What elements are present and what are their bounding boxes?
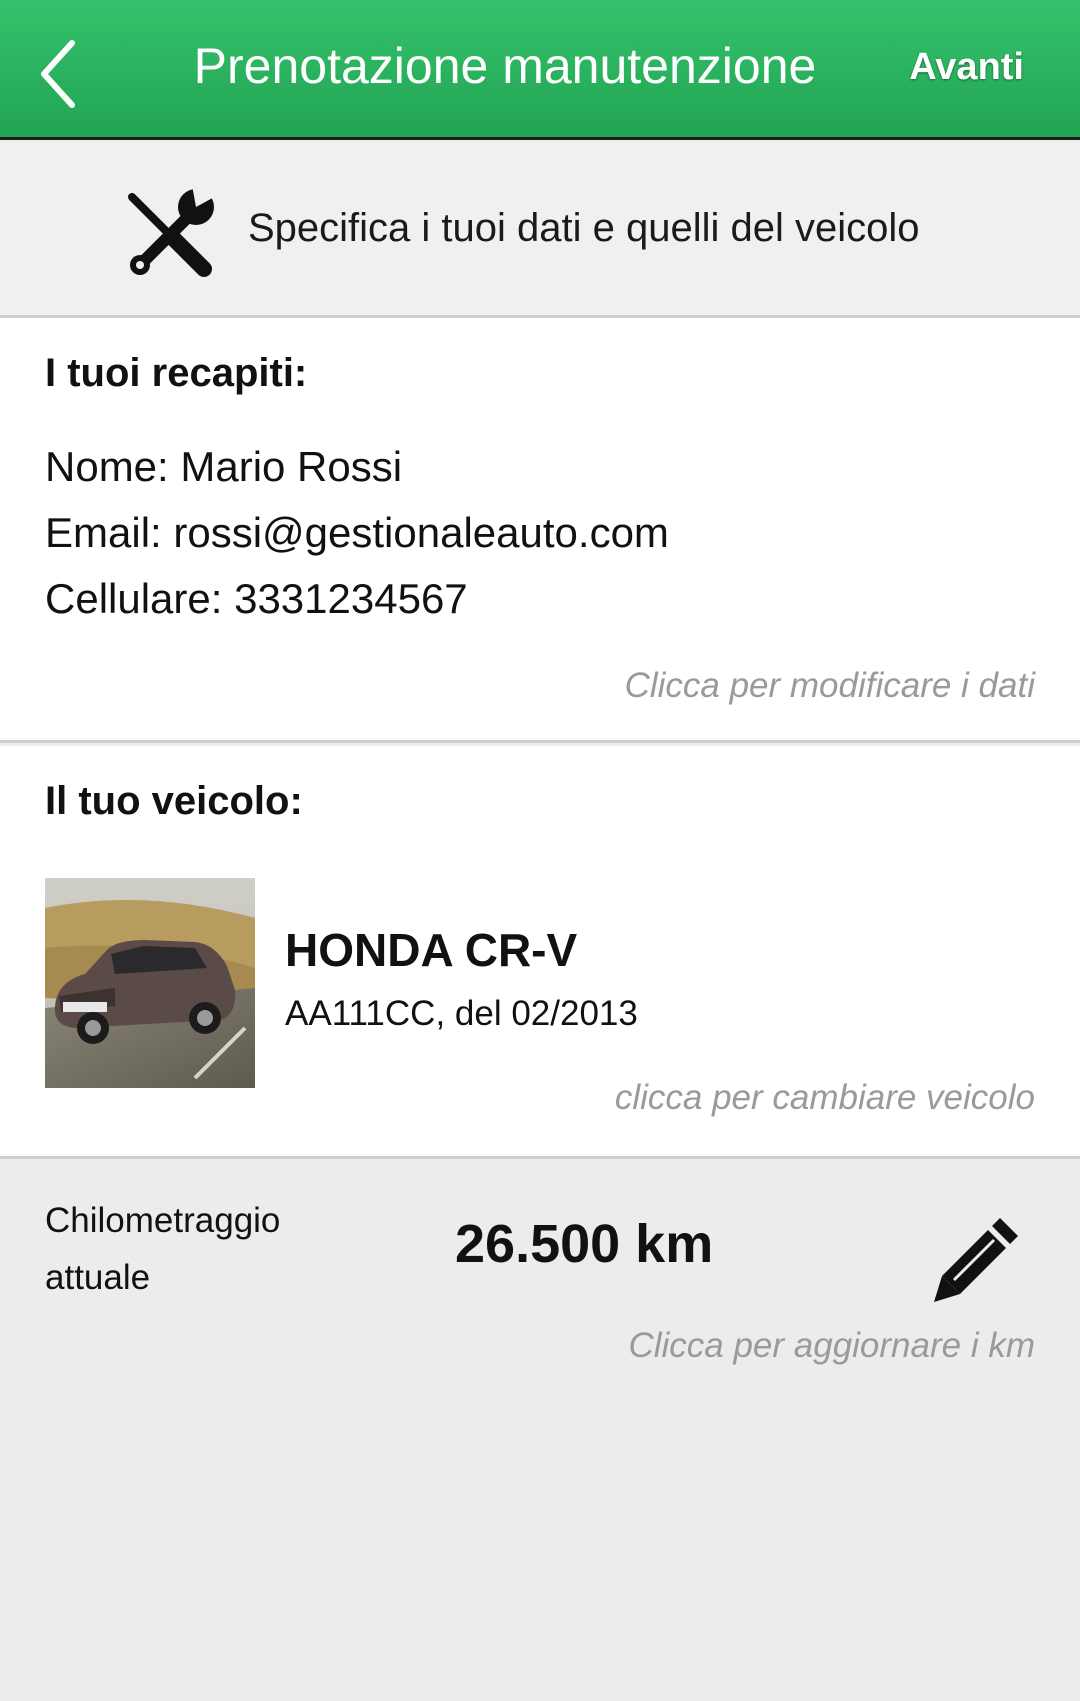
wrench-screwdriver-icon — [128, 185, 218, 277]
contact-email: Email: rossi@gestionaleauto.com — [45, 509, 669, 556]
vehicle-card[interactable]: Il tuo veicolo: HONDA CR-V AA111CC, del … — [0, 746, 1080, 1159]
vehicle-title: Il tuo veicolo: — [45, 779, 303, 823]
mileage-value: 26.500 km — [455, 1214, 714, 1274]
page-title: Prenotazione manutenzione — [193, 38, 817, 94]
contact-phone: Cellulare: 3331234567 — [45, 575, 468, 622]
vehicle-plate-date: AA111CC, del 02/2013 — [285, 994, 638, 1033]
instruction-banner: Specifica i tuoi dati e quelli del veico… — [0, 143, 1080, 318]
contacts-title: I tuoi recapiti: — [45, 351, 308, 395]
update-km-hint[interactable]: Clicca per aggiornare i km — [628, 1324, 1035, 1368]
next-button[interactable]: Avanti — [909, 42, 1024, 92]
instruction-text: Specifica i tuoi dati e quelli del veico… — [248, 206, 920, 250]
edit-contacts-hint[interactable]: Clicca per modificare i dati — [625, 664, 1035, 708]
back-button[interactable] — [28, 34, 88, 114]
pencil-icon[interactable] — [930, 1212, 1025, 1307]
change-vehicle-hint[interactable]: clicca per cambiare veicolo — [615, 1076, 1035, 1120]
mileage-section[interactable]: Chilometraggio attuale 26.500 km Clicca … — [0, 1162, 1080, 1365]
app-bar: Prenotazione manutenzione Avanti — [0, 0, 1080, 140]
vehicle-photo — [45, 878, 255, 1088]
mileage-label: Chilometraggio attuale — [45, 1201, 281, 1297]
contacts-card[interactable]: I tuoi recapiti: Nome: Mario Rossi Email… — [0, 318, 1080, 743]
vehicle-name: HONDA CR-V — [285, 924, 578, 976]
chevron-left-icon — [41, 40, 75, 108]
contact-name: Nome: Mario Rossi — [45, 443, 403, 490]
